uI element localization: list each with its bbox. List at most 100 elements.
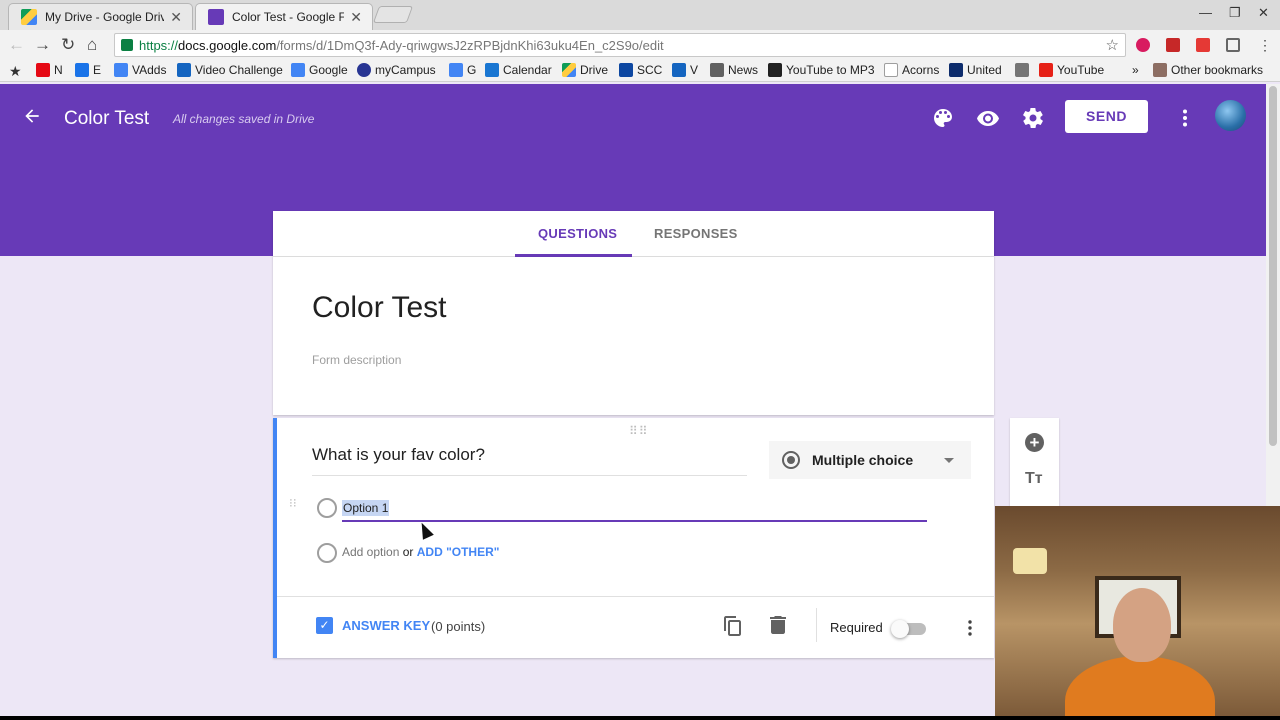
app-title[interactable]: Color Test [64, 108, 149, 130]
bookmark-item[interactable]: News [710, 63, 758, 77]
bookmark-label: Calendar [503, 63, 552, 77]
question-title-input[interactable]: What is your fav color? [312, 445, 485, 465]
preview-eye-icon[interactable] [976, 106, 1000, 130]
minimize-icon[interactable]: — [1199, 5, 1212, 20]
url-scheme: https:// [139, 37, 179, 53]
option-radio-icon [317, 498, 337, 518]
bookmark-item[interactable]: V [672, 63, 698, 77]
browser-tab-strip: My Drive - Google Drive ✕ Color Test - G… [0, 0, 1280, 30]
bookmark-label: E [93, 63, 102, 77]
send-button[interactable]: SEND [1065, 100, 1148, 133]
webcam-overlay [995, 506, 1280, 720]
option-drag-handle-icon[interactable]: ⁝⁝ [289, 497, 299, 509]
bookmark-item[interactable]: Google [291, 63, 348, 77]
required-toggle-knob[interactable] [891, 620, 909, 638]
footer-separator [816, 608, 817, 642]
mouse-cursor [416, 520, 434, 540]
browser-menu-icon[interactable]: ⋮ [1258, 35, 1272, 55]
settings-gear-icon[interactable] [1021, 106, 1045, 130]
option-input-underline [342, 520, 927, 522]
bookmark-label: N [54, 63, 63, 77]
new-tab-button[interactable] [372, 6, 414, 23]
question-type-dropdown[interactable]: Multiple choice [769, 441, 971, 479]
maximize-icon[interactable]: ❐ [1229, 5, 1241, 21]
delete-trash-icon[interactable] [770, 616, 786, 634]
extension-icon [1015, 63, 1029, 77]
tab-responses[interactable]: RESPONSES [654, 226, 738, 241]
bookmark-item[interactable]: Acorns [884, 63, 939, 77]
url-path: /forms/d/1DmQ3f-Ady-qriwgwsJ2zRPBjdnKhi6… [276, 37, 664, 53]
bookmark-label: News [728, 63, 759, 77]
other-bookmarks[interactable]: Other bookmarks [1153, 63, 1263, 77]
add-other-button[interactable]: ADD "OTHER" [417, 545, 500, 559]
bookmark-item[interactable]: Video Challenge [177, 63, 283, 77]
or-text: or [402, 545, 414, 559]
bookmark-label: United [967, 63, 1002, 77]
close-tab-icon[interactable]: ✕ [170, 9, 182, 26]
bookmark-item[interactable]: SCC [619, 63, 662, 77]
bookmark-star-icon[interactable]: ★ [9, 63, 22, 80]
bookmark-item[interactable]: Drive [562, 63, 608, 77]
radio-checked-icon [782, 451, 800, 469]
bookmark-item[interactable]: E [75, 63, 101, 77]
back-arrow-icon[interactable] [22, 106, 42, 126]
back-icon[interactable]: ← [8, 35, 25, 55]
answer-key-button[interactable]: ANSWER KEY [342, 618, 430, 633]
bottom-edge [0, 716, 1280, 720]
webcam-person-body [1065, 656, 1215, 720]
palette-icon[interactable] [931, 106, 955, 130]
question-underline [312, 475, 747, 476]
forward-icon[interactable]: → [34, 35, 51, 55]
home-icon[interactable]: ⌂ [87, 35, 97, 55]
option-input[interactable]: Option 1 [342, 500, 390, 516]
cast-icon[interactable] [1226, 38, 1240, 52]
google-forms-icon [208, 9, 224, 25]
tab-questions[interactable]: QUESTIONS [538, 226, 617, 241]
more-vert-icon[interactable] [1173, 106, 1197, 130]
answer-key-checkbox-icon[interactable]: ✓ [316, 617, 333, 634]
avatar[interactable] [1215, 100, 1246, 131]
bookmark-star-icon[interactable]: ☆ [1106, 36, 1119, 54]
page-icon [884, 63, 898, 77]
reload-icon[interactable]: ↻ [61, 35, 75, 55]
form-title-input[interactable]: Color Test [312, 291, 447, 325]
scrollbar-thumb[interactable] [1269, 86, 1277, 446]
united-icon [949, 63, 963, 77]
extension-icon[interactable] [1166, 38, 1180, 52]
music-icon [768, 63, 782, 77]
url-host: docs.google.com [178, 37, 277, 53]
bookmark-item[interactable] [1015, 63, 1033, 77]
duplicate-icon[interactable] [724, 616, 742, 636]
add-title-icon[interactable]: Tт [1025, 470, 1043, 488]
add-question-icon[interactable]: + [1025, 433, 1044, 452]
page-icon [177, 63, 191, 77]
google-icon [449, 63, 463, 77]
browser-tab-forms[interactable]: Color Test - Google Form ✕ [195, 3, 373, 30]
question-card[interactable]: ⠿⠿ What is your fav color? Multiple choi… [273, 418, 994, 658]
bookmark-item[interactable]: YouTube to MP3 [768, 63, 875, 77]
points-value: (0 points) [431, 619, 486, 634]
form-header-card: Color Test Form description [273, 257, 994, 415]
webcam-person-head [1113, 588, 1171, 662]
browser-tab-drive[interactable]: My Drive - Google Drive ✕ [8, 3, 193, 30]
extension-icon[interactable] [1196, 38, 1210, 52]
bookmark-item[interactable]: United [949, 63, 1002, 77]
question-more-icon[interactable] [968, 620, 972, 636]
bookmark-item[interactable]: YouTube [1039, 63, 1104, 77]
bookmarks-overflow-button[interactable]: » [1132, 63, 1139, 77]
news-icon [710, 63, 724, 77]
bookmark-item[interactable]: Calendar [485, 63, 552, 77]
address-bar[interactable]: https://docs.google.com/forms/d/1DmQ3f-A… [114, 33, 1126, 57]
close-window-icon[interactable]: ✕ [1258, 5, 1269, 21]
bookmark-item[interactable]: G [449, 63, 476, 77]
extension-icon[interactable] [1136, 38, 1150, 52]
add-option-link[interactable]: Add option [342, 545, 399, 559]
bookmark-item[interactable]: VAdds [114, 63, 166, 77]
form-description-input[interactable]: Form description [312, 353, 401, 367]
bookmark-item[interactable]: myCampus [357, 63, 436, 77]
bookmark-label: Google [309, 63, 348, 77]
bookmark-item[interactable]: N [36, 63, 63, 77]
bookmarks-bar: ★ N E VAdds Video Challenge Google myCam… [0, 60, 1280, 82]
drag-handle-icon[interactable]: ⠿⠿ [629, 424, 649, 438]
close-tab-icon[interactable]: ✕ [350, 9, 362, 26]
